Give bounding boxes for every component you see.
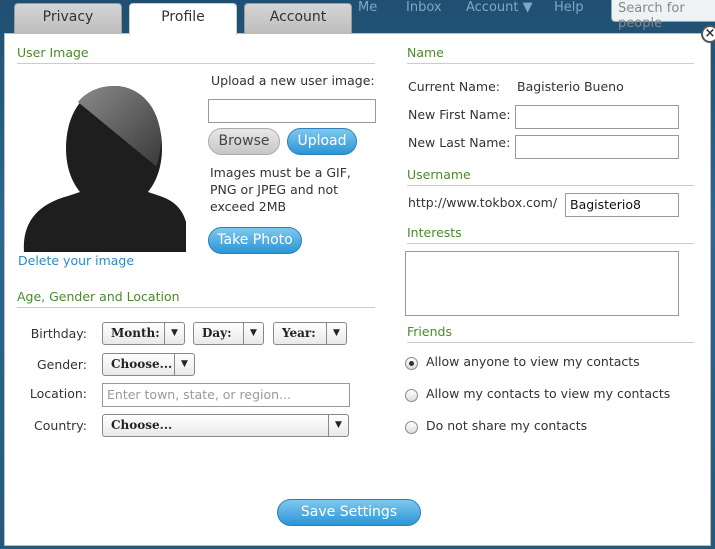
age-gender-location-section-title: Age, Gender and Location [17, 289, 375, 308]
country-select-value: Choose... [111, 418, 173, 432]
username-url-prefix: http://www.tokbox.com/ [408, 195, 558, 210]
new-last-name-input[interactable] [515, 135, 679, 159]
radio-do-not-share[interactable] [405, 421, 418, 434]
birthday-month-select[interactable]: Month: ▼ [102, 322, 185, 345]
gender-select-value: Choose... [111, 357, 173, 371]
take-photo-button[interactable]: Take Photo [208, 227, 302, 254]
gender-label: Gender: [36, 357, 87, 372]
do-not-share-label[interactable]: Do not share my contacts [426, 418, 587, 433]
chevron-down-icon: ▼ [164, 323, 184, 344]
delete-image-link[interactable]: Delete your image [18, 253, 134, 268]
current-name-value: Bagisterio Bueno [517, 79, 624, 94]
new-last-name-label: New Last Name: [408, 135, 511, 150]
chevron-down-icon: ▼ [326, 323, 346, 344]
country-label: Country: [34, 418, 87, 433]
close-icon[interactable]: × [701, 25, 715, 43]
chevron-down-icon: ▼ [174, 354, 194, 375]
interests-textarea[interactable] [405, 251, 679, 316]
user-avatar-placeholder [18, 84, 186, 252]
upload-label: Upload a new user image: [211, 73, 375, 88]
username-section-title: Username [407, 167, 694, 186]
birthday-day-select[interactable]: Day: ▼ [193, 322, 264, 345]
allow-anyone-label[interactable]: Allow anyone to view my contacts [426, 354, 640, 369]
friends-section-title: Friends [407, 324, 694, 343]
upload-button[interactable]: Upload [287, 128, 357, 155]
birthday-label: Birthday: [30, 326, 87, 341]
country-select[interactable]: Choose... ▼ [102, 414, 349, 437]
gender-select[interactable]: Choose... ▼ [102, 353, 195, 376]
new-first-name-input[interactable] [515, 105, 679, 129]
month-select-value: Month: [111, 326, 160, 340]
chevron-down-icon: ▼ [243, 323, 263, 344]
location-input[interactable]: Enter town, state, or region... [102, 383, 350, 407]
browse-button[interactable]: Browse [208, 128, 280, 155]
current-name-label: Current Name: [408, 79, 501, 94]
location-placeholder: Enter town, state, or region... [107, 387, 291, 402]
allow-contacts-label[interactable]: Allow my contacts to view my contacts [426, 386, 670, 401]
panel-content: User Image Upload a new user image: Brow… [0, 0, 715, 549]
year-select-value: Year: [282, 326, 316, 340]
radio-allow-anyone[interactable] [405, 357, 418, 370]
chevron-down-icon: ▼ [328, 415, 348, 436]
birthday-year-select[interactable]: Year: ▼ [273, 322, 347, 345]
day-select-value: Day: [202, 326, 232, 340]
username-input[interactable]: Bagisterio8 [565, 193, 679, 217]
interests-section-title: Interests [407, 225, 694, 244]
save-settings-button[interactable]: Save Settings [277, 499, 421, 526]
upload-file-field[interactable] [208, 99, 376, 123]
location-label: Location: [29, 386, 87, 401]
radio-allow-contacts[interactable] [405, 389, 418, 402]
name-section-title: Name [407, 45, 694, 64]
image-requirements-note: Images must be a GIF, PNG or JPEG and no… [210, 165, 351, 214]
new-first-name-label: New First Name: [408, 107, 511, 122]
user-image-section-title: User Image [17, 45, 375, 64]
